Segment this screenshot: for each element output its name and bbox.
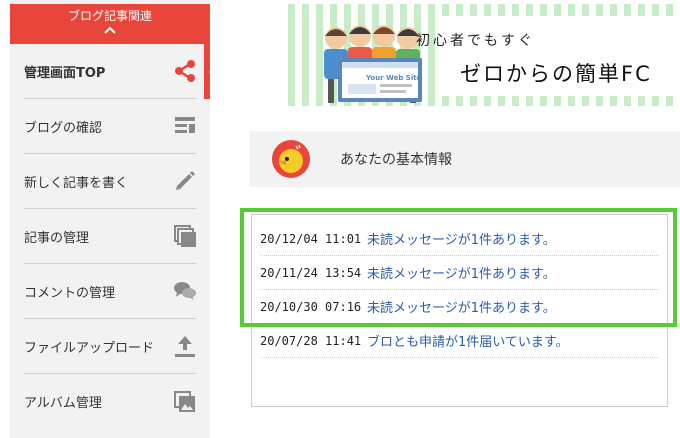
sidebar-item-admin-top[interactable]: 管理画面TOP [24, 44, 196, 99]
share-icon [172, 58, 198, 84]
basic-info-header: あなたの基本情報 [250, 131, 680, 187]
basic-info-title: あなたの基本情報 [340, 152, 452, 168]
sidebar-item-new-post[interactable]: 新しく記事を書く [24, 154, 196, 209]
promo-banner[interactable]: Your Web Site 初心者でもすぐ ゼロからの簡単FC [288, 4, 680, 106]
notification-link[interactable]: 未読メッセージが1件あります。 [367, 229, 556, 248]
sidebar-item-blog-check[interactable]: ブログの確認 [24, 99, 196, 154]
article-icon [172, 113, 198, 139]
sidebar-item-manage-comments[interactable]: コメントの管理 [24, 264, 196, 319]
notification-date: 20/11/24 13:54 [260, 265, 362, 280]
upload-icon [172, 333, 198, 359]
banner-headline: ゼロからの簡単FC [460, 62, 652, 86]
notification-link[interactable]: 未読メッセージが1件あります。 [367, 263, 556, 282]
notification-row: 20/07/28 11:41 ブロとも申請が1件届いています。 [260, 324, 659, 358]
sidebar-item-label: 管理画面TOP [24, 65, 106, 81]
notification-date: 20/12/04 11:01 [260, 231, 362, 246]
active-pointer [209, 64, 218, 80]
sidebar-item-label: 記事の管理 [24, 230, 90, 246]
sidebar-item-label: ファイルアップロード [24, 340, 155, 356]
sidebar-menu: 管理画面TOP ブログの確認 新しく記事を書く 記事の管理 コメントの管理 ファ… [10, 44, 210, 429]
chevron-up-icon [104, 26, 116, 34]
sidebar-section-title: ブログ記事関連 [67, 9, 152, 23]
notification-link[interactable]: ブロとも申請が1件届いています。 [367, 331, 569, 350]
banner-tagline: 初心者でもすぐ [416, 33, 535, 49]
pencil-icon [172, 168, 198, 194]
sidebar-item-label: 新しく記事を書く [24, 175, 129, 191]
notification-date: 20/07/28 11:41 [260, 333, 362, 348]
notification-date: 20/10/30 07:16 [260, 299, 362, 314]
banner-screen-label: Your Web Site [365, 74, 422, 82]
stacked-pages-icon [172, 223, 198, 249]
chick-avatar-icon [272, 140, 310, 178]
notification-row: 20/11/24 13:54 未読メッセージが1件あります。 [260, 256, 659, 290]
sidebar-item-label: コメントの管理 [24, 285, 116, 301]
notification-list: 20/12/04 11:01 未読メッセージが1件あります。 20/11/24 … [251, 214, 668, 407]
notification-row: 20/10/30 07:16 未読メッセージが1件あります。 [260, 290, 659, 324]
notification-row: 20/12/04 11:01 未読メッセージが1件あります。 [260, 222, 659, 256]
speech-bubbles-icon [172, 278, 198, 304]
sidebar-section-toggle[interactable]: ブログ記事関連 [10, 4, 210, 44]
sidebar: ブログ記事関連 管理画面TOP ブログの確認 新しく記事を書く 記事の管理 コメ… [10, 0, 218, 438]
sidebar-item-file-upload[interactable]: ファイルアップロード [24, 319, 196, 374]
sidebar-item-label: ブログの確認 [24, 120, 103, 136]
sidebar-item-album[interactable]: アルバム管理 [24, 374, 196, 429]
notification-link[interactable]: 未読メッセージが1件あります。 [367, 297, 556, 316]
sidebar-item-manage-posts[interactable]: 記事の管理 [24, 209, 196, 264]
photo-album-icon [172, 389, 198, 415]
sidebar-item-label: アルバム管理 [24, 396, 102, 411]
